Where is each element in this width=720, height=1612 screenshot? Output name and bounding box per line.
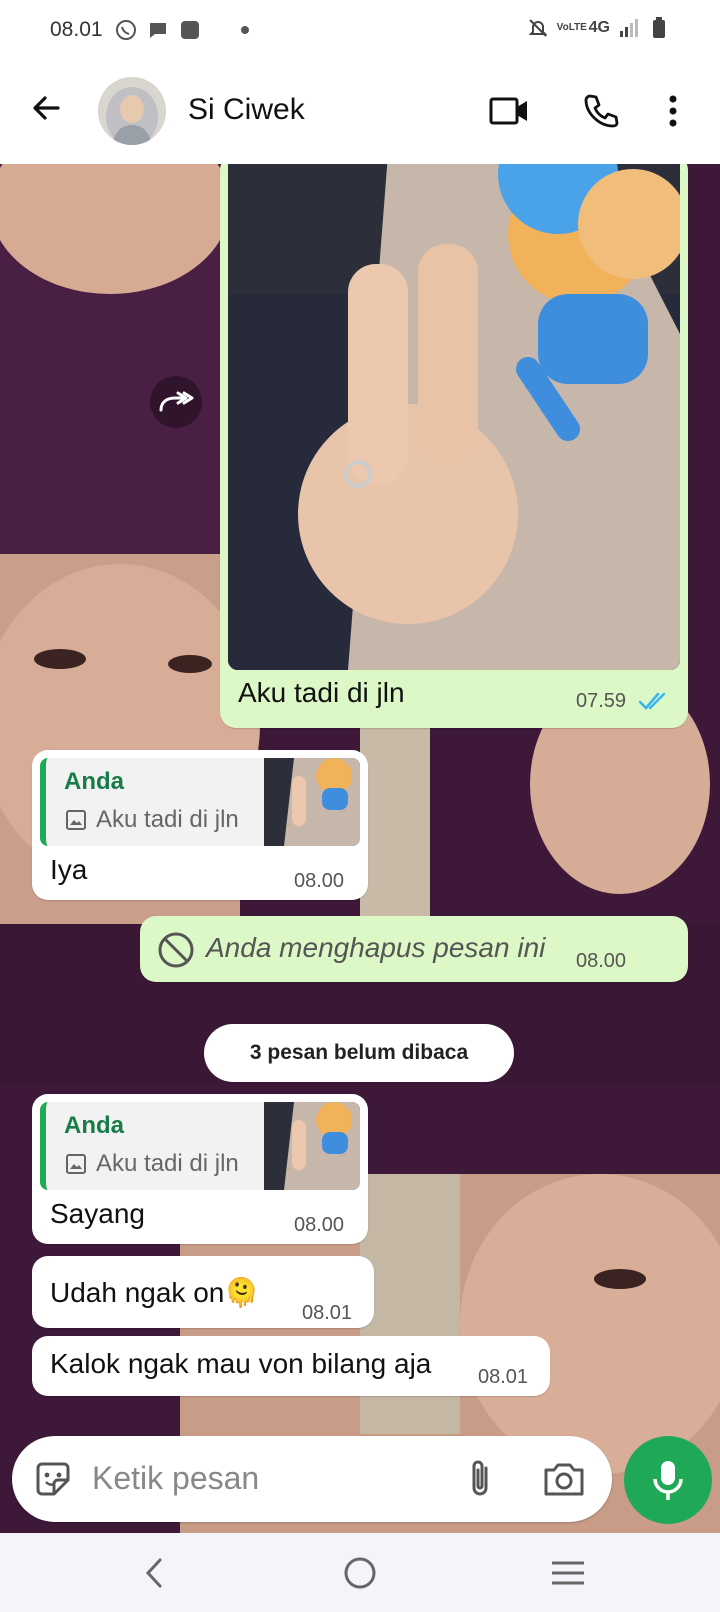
status-bar: 08.01 VoLTE 4G <box>0 0 720 60</box>
forward-button[interactable] <box>150 376 202 428</box>
message-incoming-text[interactable]: Udah ngak on🫠 08.01 <box>32 1256 374 1328</box>
nav-back-button[interactable] <box>132 1551 176 1595</box>
more-notifications-dot <box>240 26 249 34</box>
attach-button[interactable] <box>460 1458 500 1500</box>
message-icon <box>147 19 169 41</box>
back-button[interactable] <box>28 90 64 126</box>
contact-avatar[interactable] <box>98 77 166 145</box>
network-label: 4G <box>588 19 610 36</box>
blocked-icon <box>156 930 196 975</box>
voice-message-button[interactable] <box>624 1436 712 1524</box>
message-outgoing-image[interactable]: Aku tadi di jln 07.59 <box>220 164 688 728</box>
status-system-icons: VoLTE 4G <box>527 17 670 39</box>
quoted-message[interactable]: Anda Aku tadi di jln <box>40 1102 360 1190</box>
quoted-sender: Anda <box>64 768 124 795</box>
app-icon <box>179 19 201 41</box>
message-text: Sayang <box>50 1198 145 1229</box>
message-time: 08.01 <box>478 1366 529 1388</box>
nav-recents-button[interactable] <box>546 1551 590 1595</box>
deleted-message-text: Anda menghapus pesan ini <box>206 932 546 963</box>
image-icon <box>66 1154 86 1174</box>
message-text: Iya <box>50 854 88 885</box>
message-text: Kalok ngak mau von bilang aja <box>50 1348 432 1379</box>
quoted-text: Aku tadi di jln <box>96 1150 239 1177</box>
photo-image <box>228 164 680 670</box>
voice-call-button[interactable] <box>580 90 622 132</box>
whatsapp-icon <box>115 19 137 41</box>
contact-name[interactable]: Si Ciwek <box>188 93 305 127</box>
message-time: 07.59 <box>576 690 627 712</box>
home-circle-icon <box>344 1557 376 1589</box>
chat-header: Si Ciwek <box>0 60 720 164</box>
message-time: 08.00 <box>294 870 345 892</box>
message-time: 08.00 <box>576 950 627 972</box>
volte-label: VoLTE <box>556 22 587 33</box>
message-text: Udah ngak on🫠 <box>50 1277 260 1308</box>
status-time: 08.01 <box>50 18 103 41</box>
message-time: 08.00 <box>294 1214 345 1236</box>
camera-icon <box>544 1463 584 1496</box>
video-camera-icon <box>489 97 527 125</box>
message-incoming-reply[interactable]: Anda Aku tadi di jln Iya 08.00 <box>32 750 368 900</box>
forward-icon <box>159 391 194 412</box>
message-incoming-text[interactable]: Kalok ngak mau von bilang aja 08.01 <box>32 1336 550 1396</box>
quoted-sender: Anda <box>64 1112 124 1139</box>
unread-messages-indicator: 3 pesan belum dibaca <box>204 1024 514 1082</box>
camera-button[interactable] <box>542 1458 586 1500</box>
image-icon <box>66 810 86 830</box>
message-incoming-reply[interactable]: Anda Aku tadi di jln Sayang 08.00 <box>32 1094 368 1244</box>
quoted-text: Aku tadi di jln <box>96 806 239 833</box>
phone-icon <box>584 94 619 128</box>
mute-icon <box>527 17 549 39</box>
microphone-icon <box>653 1461 683 1500</box>
kebab-menu-icon <box>669 95 677 127</box>
chevron-left-icon <box>145 1558 162 1588</box>
paperclip-icon <box>472 1460 488 1496</box>
system-navigation-bar <box>0 1533 720 1612</box>
chat-area[interactable]: Aku tadi di jln 07.59 Anda Aku tadi di j… <box>0 164 720 1533</box>
video-call-button[interactable] <box>488 90 530 132</box>
quoted-thumbnail <box>264 758 360 846</box>
quoted-message[interactable]: Anda Aku tadi di jln <box>40 758 360 846</box>
arrow-left-icon <box>33 96 60 120</box>
image-caption: Aku tadi di jln <box>238 677 405 708</box>
quoted-thumbnail <box>264 1102 360 1190</box>
message-composer: Ketik pesan <box>12 1436 612 1522</box>
recents-menu-icon <box>552 1561 584 1585</box>
status-notification-icons <box>115 19 249 41</box>
melting-face-emoji: 🫠 <box>224 1277 260 1308</box>
message-time: 08.01 <box>302 1302 353 1324</box>
signal-icon <box>618 17 640 39</box>
nav-home-button[interactable] <box>338 1551 382 1595</box>
more-options-button[interactable] <box>658 90 688 132</box>
battery-icon <box>648 17 670 39</box>
message-deleted[interactable]: Anda menghapus pesan ini 08.00 <box>140 916 688 982</box>
message-input[interactable]: Ketik pesan <box>92 1460 259 1497</box>
image-attachment[interactable] <box>228 164 680 670</box>
read-receipt-icon <box>638 690 672 717</box>
sticker-icon <box>36 1462 70 1496</box>
sticker-button[interactable] <box>32 1458 74 1500</box>
